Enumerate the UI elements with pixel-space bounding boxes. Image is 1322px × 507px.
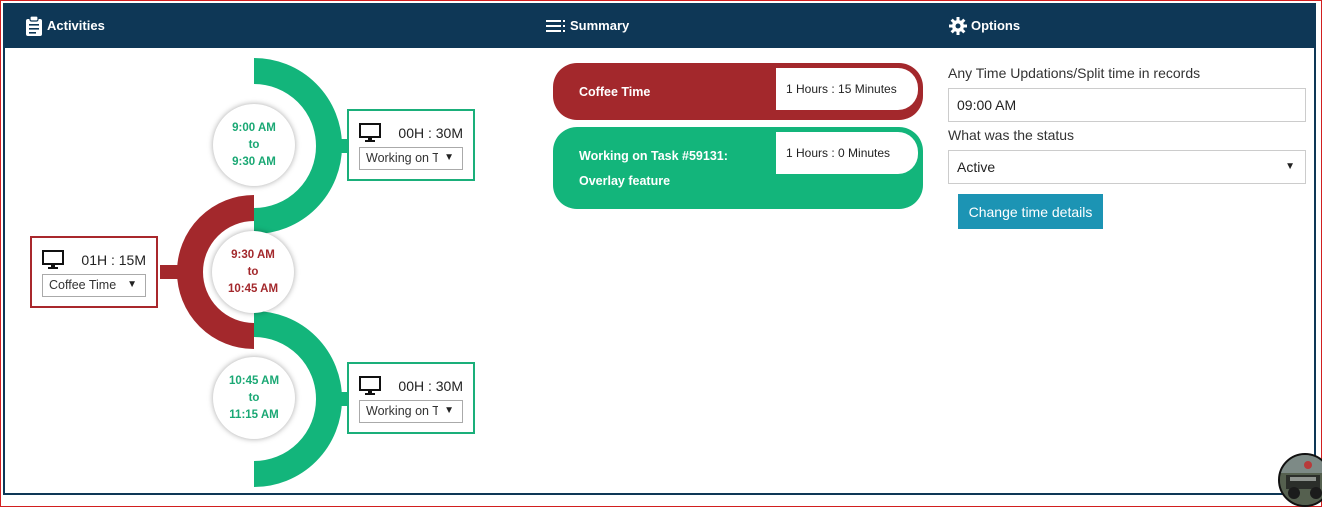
- status-select[interactable]: Active ▼: [948, 150, 1306, 184]
- time-to-word: to: [247, 265, 259, 278]
- summary-item-value: 1 Hours : 0 Minutes: [776, 132, 918, 174]
- avatar-image: [1280, 455, 1322, 505]
- time-from: 9:30 AM: [231, 248, 275, 261]
- change-time-details-button[interactable]: Change time details: [958, 194, 1103, 229]
- status-select-value: Active: [957, 159, 996, 175]
- summary-item-coffee-time: Coffee Time 1 Hours : 15 Minutes: [553, 63, 923, 120]
- time-to: 11:15 AM: [229, 408, 279, 421]
- activity-select[interactable]: Working on T ▼: [359, 147, 463, 170]
- caret-down-icon: ▼: [444, 152, 454, 163]
- activity-duration: 00H : 30M: [398, 125, 463, 141]
- time-input[interactable]: 09:00 AM: [948, 88, 1306, 122]
- summary-item-value: 1 Hours : 15 Minutes: [776, 68, 918, 110]
- time-field-label: Any Time Updations/Split time in records: [948, 65, 1201, 81]
- caret-down-icon: ▼: [127, 279, 137, 290]
- time-to-word: to: [248, 391, 260, 404]
- monitor-icon: [359, 123, 381, 142]
- activity-select-value: Working on T: [366, 404, 438, 418]
- time-to-word: to: [248, 138, 260, 151]
- main-panel: Activities Summary Options 9:00 AM to 9:…: [3, 3, 1316, 495]
- monitor-icon: [359, 376, 381, 395]
- time-input-value: 09:00 AM: [957, 97, 1017, 113]
- tab-options[interactable]: Options: [949, 3, 1020, 48]
- tab-header: Activities Summary Options: [5, 3, 1314, 48]
- tab-activities[interactable]: Activities: [25, 3, 105, 48]
- summary-item-working-task: Working on Task #59131: Overlay feature …: [553, 127, 923, 209]
- monitor-icon: [42, 250, 64, 269]
- activity-duration: 01H : 15M: [81, 252, 146, 268]
- tab-activities-label: Activities: [47, 18, 105, 33]
- summary-item-label: Coffee Time: [579, 85, 651, 99]
- activity-select-value: Working on T: [366, 151, 438, 165]
- tab-summary-label: Summary: [570, 18, 630, 33]
- time-range-1[interactable]: 9:00 AM to 9:30 AM: [213, 104, 295, 186]
- time-to: 9:30 AM: [232, 155, 276, 168]
- time-to: 10:45 AM: [227, 282, 279, 295]
- activity-entry-3: 00H : 30M Working on T ▼: [347, 362, 475, 434]
- caret-down-icon: ▼: [444, 405, 454, 416]
- status-field-label: What was the status: [948, 127, 1075, 143]
- activity-duration: 00H : 30M: [398, 378, 463, 394]
- activity-timeline: 9:00 AM to 9:30 AM 9:30 AM to 10:45 AM 1…: [5, 48, 545, 493]
- clipboard-icon: [26, 15, 42, 36]
- time-from: 10:45 AM: [228, 374, 280, 387]
- activity-entry-2: 01H : 15M Coffee Time ▼: [30, 236, 158, 308]
- time-from: 9:00 AM: [232, 121, 276, 134]
- time-range-3[interactable]: 10:45 AM to 11:15 AM: [213, 357, 295, 439]
- tab-options-label: Options: [971, 18, 1021, 33]
- activity-select-value: Coffee Time: [49, 278, 117, 292]
- summary-item-label: Working on Task #59131:: [579, 149, 728, 163]
- activity-entry-1: 00H : 30M Working on T ▼: [347, 109, 475, 181]
- activity-select[interactable]: Coffee Time ▼: [42, 274, 146, 297]
- caret-down-icon: ▼: [1285, 161, 1295, 172]
- gear-icon: [949, 16, 967, 35]
- time-range-2[interactable]: 9:30 AM to 10:45 AM: [212, 231, 294, 313]
- summary-item-label-line2: Overlay feature: [579, 174, 671, 188]
- activity-select[interactable]: Working on T ▼: [359, 400, 463, 423]
- tab-summary[interactable]: Summary: [546, 3, 629, 48]
- list-icon: [546, 19, 565, 32]
